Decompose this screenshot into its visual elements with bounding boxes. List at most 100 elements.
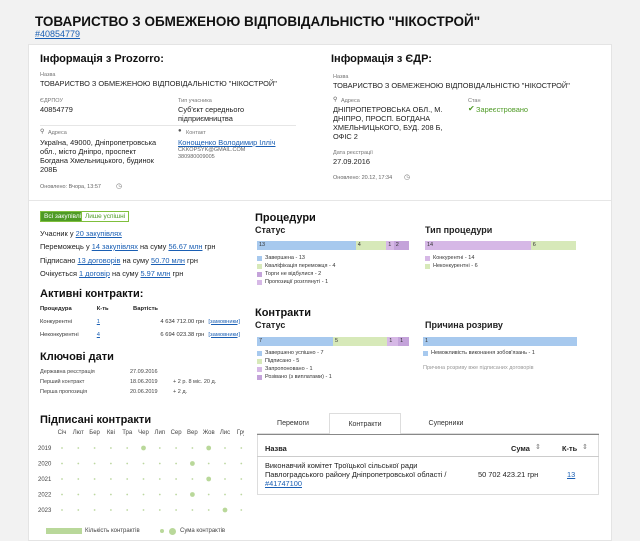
- chart-dot: [77, 478, 80, 480]
- month-label: Сер: [171, 430, 183, 436]
- procedure-type-title: Тип процедури: [425, 225, 493, 235]
- contact-phone: 380980009005: [178, 154, 215, 160]
- filter-won-button[interactable]: Лише успішні: [81, 211, 130, 222]
- contract-status-title: Статус: [255, 320, 286, 330]
- col-count-header[interactable]: К-ть: [562, 444, 577, 453]
- legend-swatch: [425, 255, 430, 261]
- chart-dot: [110, 493, 112, 496]
- buyer-name: Виконавчий комітет Троїцької сільської р…: [265, 461, 447, 479]
- summary-winner: Переможець у 14 закупівлях на суму 56.67…: [40, 242, 216, 251]
- active-contracts-title: Активні контракти:: [40, 288, 144, 300]
- month-label: Бер: [89, 430, 100, 436]
- year-label: 2023: [38, 508, 52, 514]
- month-label: Тра: [122, 430, 133, 436]
- chart-dot: [175, 462, 178, 465]
- legend-label: Завершено успішно - 7: [265, 350, 324, 356]
- table-row: Виконавчий комітет Троїцької сільської р…: [265, 461, 455, 488]
- winner-link[interactable]: 14 закупівлях: [92, 242, 138, 251]
- chart-dot: [142, 493, 145, 496]
- tab-wins[interactable]: Перемоги: [257, 413, 329, 434]
- prozorro-updated: Оновлено: Вчора, 13:57: [40, 184, 101, 190]
- chart-dot: [240, 493, 243, 496]
- divider: [40, 125, 296, 126]
- chart-dot: [77, 447, 80, 449]
- month-label: Кві: [107, 430, 115, 436]
- signed-sum-link[interactable]: 50.70 млн: [151, 256, 185, 265]
- legend-swatch: [257, 279, 262, 285]
- sort-icon[interactable]: ⇕: [535, 443, 541, 451]
- row-sum: 50 702 423.21 грн: [478, 470, 539, 479]
- legend-item: Неконкурентні - 6: [425, 262, 478, 270]
- table-row: Конкурентні 1 4 634 712.00 грн [замовник…: [40, 315, 240, 328]
- customers-link[interactable]: [замовники]: [208, 332, 240, 338]
- chart-dot: [93, 478, 96, 480]
- expected-sum-link[interactable]: 5.97 млн: [140, 269, 170, 278]
- summary-expected: Очікується 1 договір на суму 5.97 млн гр…: [40, 269, 184, 278]
- chart-dot: [207, 509, 210, 511]
- legend-item: Запропоновано - 1: [257, 365, 332, 373]
- bar-segment: 6: [530, 241, 576, 250]
- chart-dot: [240, 447, 243, 449]
- chart-dot: [142, 509, 145, 511]
- termination-reason-legend: Неможливість виконання зобов'язань - 1: [423, 349, 535, 357]
- legend-label: Підписано - 5: [265, 358, 300, 364]
- active-contracts-table: Процедура К-ть Вартість Конкурентні 1 4 …: [40, 302, 240, 341]
- expected-link[interactable]: 1 договір: [79, 269, 110, 278]
- chart-point: [222, 507, 228, 513]
- signed-link[interactable]: 13 договорів: [77, 256, 120, 265]
- date-value: 20.06.2019: [130, 389, 158, 395]
- row-count-link[interactable]: 13: [567, 470, 575, 479]
- buyer-id-link[interactable]: #41747100: [265, 479, 302, 488]
- bar-segment: 1: [423, 337, 577, 346]
- legend-label: Запропоновано - 1: [265, 366, 313, 372]
- legend-swatch: [257, 255, 262, 261]
- year-label: 2021: [38, 477, 52, 483]
- chart-dot: [224, 478, 226, 480]
- chart-point: [190, 492, 195, 497]
- winner-sum-link[interactable]: 56.67 млн: [168, 242, 202, 251]
- sort-icon[interactable]: ⇕: [582, 443, 588, 451]
- bar-segment: 14: [425, 241, 531, 250]
- clock-icon: ◷: [404, 174, 411, 181]
- row-procedure: Неконкурентні: [40, 331, 79, 338]
- edr-name-label: Назва: [333, 74, 349, 80]
- chart-dot: [207, 493, 210, 496]
- contact-email: CKKOPSYK@GMAIL.COM: [178, 147, 246, 153]
- chart-dot: [175, 493, 178, 496]
- location-icon: ⚲: [333, 97, 338, 103]
- legend-item: Торги не відбулися - 2: [257, 270, 335, 278]
- tab-competitors[interactable]: Суперники: [401, 413, 491, 434]
- col-sum-header[interactable]: Сума: [511, 444, 530, 453]
- participant-link[interactable]: 20 закупівлях: [76, 229, 122, 238]
- bar-segment: 13: [257, 241, 356, 250]
- col-name-header[interactable]: Назва: [265, 444, 287, 453]
- legend-label: Неможливість виконання зобов'язань - 1: [431, 350, 535, 356]
- legend-swatch: [257, 366, 262, 372]
- chart-dot: [61, 462, 63, 465]
- row-count-link[interactable]: 4: [97, 332, 100, 338]
- row-value: 4 634 712.00 грн: [160, 318, 205, 325]
- legend-swatch: [257, 374, 262, 380]
- row-value: 6 694 023.38 грн: [160, 331, 205, 338]
- tab-contracts[interactable]: Контракти: [329, 413, 401, 434]
- chart-dot: [207, 462, 210, 465]
- edr-name: ТОВАРИСТВО З ОБМЕЖЕНОЮ ВІДПОВІДАЛЬНІСТЮ …: [333, 81, 570, 90]
- contract-status-bar: 7511: [257, 337, 409, 346]
- year-label: 2020: [38, 462, 52, 468]
- prozorro-name-label: Назва: [40, 72, 56, 78]
- contract-status-legend: Завершено успішно - 7 Підписано - 5 Запроп…: [257, 349, 332, 381]
- filter-all-button[interactable]: Всі закупівлі: [40, 211, 86, 222]
- company-id-link[interactable]: #40854779: [35, 29, 80, 39]
- user-icon: ●: [178, 128, 182, 134]
- location-icon: ⚲: [40, 129, 45, 135]
- reg-date-label: Дата реєстрації: [333, 150, 373, 156]
- legend-swatch: [423, 350, 428, 356]
- row-count-link[interactable]: 1: [97, 319, 100, 325]
- table-header-divider: [257, 434, 599, 435]
- legend-label: Пропозиції розглянуті - 1: [265, 279, 329, 285]
- edr-address: ДНІПРОПЕТРОВСЬКА ОБЛ., М. ДНІПРО, ПРОСП.…: [333, 105, 443, 141]
- contact-name-link[interactable]: Конощенко Володимир Ілліч: [178, 138, 275, 147]
- procedures-title: Процедури: [255, 212, 316, 224]
- customers-link[interactable]: [замовники]: [208, 319, 240, 325]
- chart-dot: [158, 447, 161, 449]
